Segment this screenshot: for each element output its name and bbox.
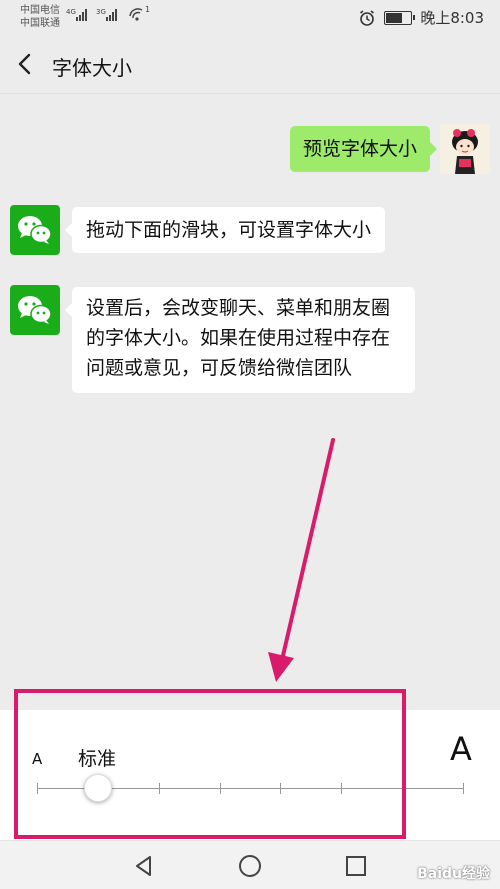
title-bar: 字体大小: [0, 34, 500, 94]
carrier-info: 中国电信 中国联通: [20, 4, 60, 30]
network-type-2: 3G: [96, 8, 106, 16]
slider-tick: [402, 783, 404, 794]
carrier-2: 中国联通: [20, 18, 60, 29]
battery-level: [386, 12, 402, 23]
carrier-1: 中国电信: [20, 5, 60, 16]
preview-message-bubble: 预览字体大小: [289, 126, 438, 172]
alarm-icon: [360, 9, 375, 26]
slider-tick: [37, 783, 38, 794]
hotspot-count: 1: [145, 5, 151, 14]
nav-recents-icon[interactable]: [343, 853, 369, 879]
message-2-text: 设置后，会改变聊天、菜单和朋友圈的字体大小。如果在使用过程中存在问题或意见，可反…: [86, 297, 391, 379]
nav-back-icon[interactable]: [131, 853, 157, 879]
large-font-indicator: A: [450, 730, 472, 768]
network-type-1: 4G: [66, 8, 76, 16]
preview-message-text: 预览字体大小: [302, 138, 417, 160]
slider-tick: [280, 783, 282, 794]
slider-tick: [341, 783, 343, 794]
slider-tick: [219, 783, 221, 794]
signal-bars-1-icon: [76, 9, 87, 21]
small-font-indicator: A: [32, 750, 43, 768]
status-time: 晚上8:03: [420, 9, 484, 27]
page-title: 字体大小: [52, 56, 132, 80]
back-arrow-icon[interactable]: [14, 50, 38, 78]
slider-tick: [463, 783, 464, 794]
nav-home-icon[interactable]: [237, 853, 263, 879]
battery-icon: [384, 10, 416, 25]
watermark: Baidu经验: [417, 866, 490, 882]
status-bar: 中国电信 中国联通 4G 3G 1 晚上8:03: [0, 0, 500, 34]
font-size-panel: A 标准 A: [0, 710, 500, 840]
slider-tick: [158, 783, 160, 794]
wechat-logo-icon: [18, 216, 52, 244]
system-nav-bar: Baidu经验: [0, 840, 500, 889]
message-1-text: 拖动下面的滑块，可设置字体大小: [86, 219, 372, 241]
wechat-logo-icon: [18, 296, 52, 324]
signal-bars-2-icon: [106, 9, 117, 21]
message-2-bubble: 设置后，会改变聊天、菜单和朋友圈的字体大小。如果在使用过程中存在问题或意见，可反…: [65, 287, 415, 393]
slider-thumb[interactable]: [83, 774, 112, 802]
current-size-label: 标准: [78, 748, 117, 770]
cartoon-avatar-icon: [452, 129, 478, 174]
message-1-bubble: 拖动下面的滑块，可设置字体大小: [64, 207, 386, 253]
wechat-avatar-1[interactable]: [10, 205, 60, 255]
status-right: 晚上8:03: [358, 7, 484, 28]
wechat-avatar-2[interactable]: [10, 285, 60, 335]
user-avatar[interactable]: [440, 124, 490, 174]
